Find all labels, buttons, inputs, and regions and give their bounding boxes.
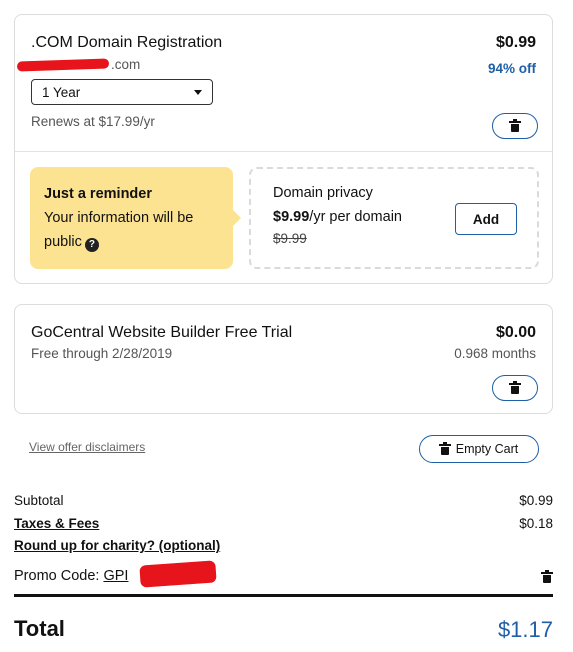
reminder-body: Your information will be public? <box>44 206 219 254</box>
total-value: $1.17 <box>497 617 553 642</box>
website-builder-card: GoCentral Website Builder Free Trial Fre… <box>14 304 553 414</box>
promo-code-row: Promo Code: GPI <box>14 568 128 584</box>
remove-promo-icon[interactable] <box>541 570 553 583</box>
domain-registration-card: .COM Domain Registration .com $0.99 94% … <box>14 14 553 284</box>
trash-icon <box>509 118 521 132</box>
empty-cart-label: Empty Cart <box>455 442 519 456</box>
reminder-callout: Just a reminder Your information will be… <box>30 167 241 269</box>
divider <box>15 151 552 152</box>
domain-privacy-offer: Domain privacy $9.99/yr per domain $9.99… <box>249 167 539 269</box>
website-price: $0.00 <box>495 324 536 341</box>
renewal-price: Renews at $17.99/yr <box>31 114 155 129</box>
total-label: Total <box>14 616 65 641</box>
remove-website-button[interactable] <box>492 375 538 401</box>
redaction-mark <box>16 58 110 72</box>
privacy-price-value: $9.99 <box>273 209 310 225</box>
subtotal-value: $0.99 <box>519 493 553 508</box>
remove-domain-button[interactable] <box>492 113 538 139</box>
website-duration: 0.968 months <box>454 346 536 361</box>
trash-icon <box>438 441 451 455</box>
term-select-value: 1 Year <box>42 85 81 100</box>
help-icon[interactable]: ? <box>84 238 99 252</box>
website-item-title: GoCentral Website Builder Free Trial <box>31 324 293 341</box>
empty-cart-button[interactable]: Empty Cart <box>419 435 539 463</box>
add-privacy-button[interactable]: Add <box>455 203 517 235</box>
taxes-fees-link[interactable]: Taxes & Fees <box>14 516 99 531</box>
trash-icon <box>509 380 521 394</box>
promo-code-value: GPI <box>103 568 129 584</box>
reminder-text: Your information will be public <box>44 210 194 250</box>
domain-price: $0.99 <box>495 34 536 51</box>
privacy-title: Domain privacy <box>273 185 373 201</box>
taxes-value: $0.18 <box>519 516 553 531</box>
discount-badge: 94% off <box>487 61 536 76</box>
reminder-title: Just a reminder <box>44 186 152 202</box>
subtotal-label: Subtotal <box>14 493 64 508</box>
charity-roundup-link[interactable]: Round up for charity? (optional) <box>14 538 220 553</box>
redaction-mark <box>139 560 217 588</box>
chevron-down-icon <box>194 90 202 95</box>
offer-disclaimers-link[interactable]: View offer disclaimers <box>29 440 145 454</box>
total-divider <box>14 594 553 597</box>
website-item-subtitle: Free through 2/28/2019 <box>31 346 173 361</box>
term-select[interactable]: 1 Year <box>31 79 213 105</box>
privacy-price-suffix: /yr per domain <box>309 209 402 225</box>
promo-label: Promo Code: <box>14 568 100 584</box>
domain-item-title: .COM Domain Registration <box>31 34 223 51</box>
domain-name-suffix: .com <box>111 57 141 72</box>
